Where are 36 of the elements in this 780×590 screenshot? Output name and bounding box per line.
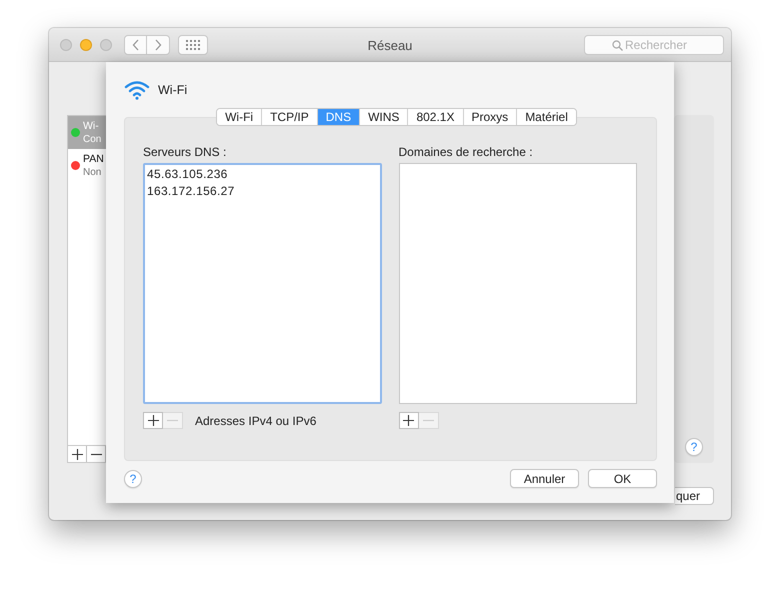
service-item[interactable]: PAN Non — [68, 149, 106, 182]
list-label: Domaines de recherche : — [398, 145, 534, 160]
add-button[interactable] — [398, 412, 418, 429]
service-name: PAN — [83, 152, 104, 166]
search-icon — [612, 40, 623, 50]
dialog-button[interactable]: Annuler — [510, 469, 579, 488]
minimize-button[interactable] — [80, 38, 92, 50]
list-entry[interactable]: 45.63.105.236 — [147, 166, 378, 183]
help-button[interactable]: ? — [124, 470, 142, 488]
plus-icon — [72, 448, 82, 460]
service-status: Non — [83, 166, 102, 178]
dialog-title: Wi-Fi — [158, 83, 188, 97]
plus-icon — [403, 415, 414, 426]
show-all-button[interactable] — [178, 34, 208, 54]
revert-button[interactable]: quer — [675, 487, 714, 505]
hint-text: Adresses IPv4 ou IPv6 — [195, 414, 316, 428]
grid-icon — [186, 40, 200, 50]
forward-button[interactable] — [147, 34, 170, 54]
zoom-button[interactable] — [100, 38, 112, 50]
search-field[interactable]: Rechercher — [584, 34, 724, 54]
add-button[interactable] — [143, 412, 163, 429]
service-status: Con — [83, 132, 102, 146]
dialog-button[interactable]: OK — [588, 469, 657, 488]
tab[interactable]: Matériel — [516, 109, 576, 125]
close-button[interactable] — [60, 38, 72, 50]
chevron-left-icon — [132, 38, 140, 50]
plus-icon — [148, 415, 158, 426]
service-name: Wi- — [83, 120, 100, 132]
wifi-icon — [124, 80, 150, 100]
window-title: Réseau — [368, 38, 412, 53]
entry-list[interactable]: 45.63.105.236 163.172.156.27 — [143, 163, 382, 404]
chevron-right-icon — [154, 38, 162, 50]
help-button[interactable]: ? — [685, 438, 703, 456]
list-entry[interactable]: 163.172.156.27 — [147, 183, 378, 200]
back-button[interactable] — [124, 34, 147, 54]
list-label: Serveurs DNS : — [143, 145, 228, 160]
